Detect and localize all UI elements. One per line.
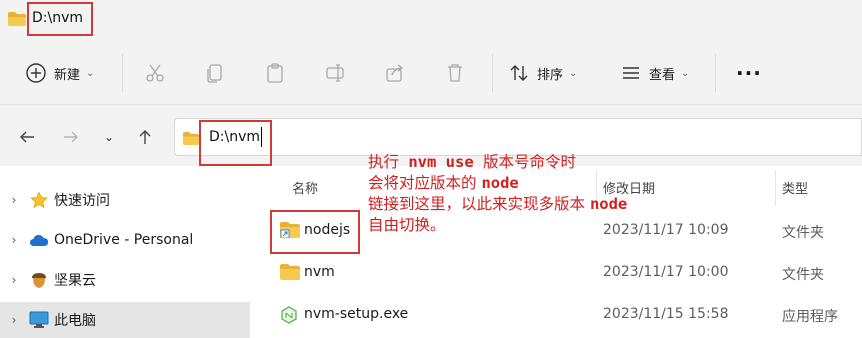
sidebar-item-label: OneDrive - Personal [54, 232, 194, 248]
file-type: 文件夹 [782, 267, 824, 283]
more-options-label: ··· [736, 61, 762, 85]
annotation-code: nvm use [399, 153, 484, 171]
delete-button[interactable] [443, 46, 467, 100]
window-title: D:\nvm [32, 10, 84, 26]
star-icon [28, 190, 50, 210]
file-type: 文件夹 [782, 225, 824, 241]
file-name: nvm [304, 264, 335, 280]
annotation-text: 版本号命令时 [483, 153, 577, 171]
chevron-down-icon: ⌄ [569, 67, 578, 79]
folder-shortcut-icon [280, 222, 300, 238]
annotation-text: 链接到这里，以此来实现多版本 [368, 195, 590, 213]
annotation-code: node [589, 195, 628, 213]
sort-button[interactable]: 排序 ⌄ [507, 46, 577, 100]
arrow-right-icon [64, 131, 78, 143]
file-name: nvm-setup.exe [304, 306, 409, 322]
chevron-down-icon: ⌄ [103, 130, 115, 144]
toolbar-separator [492, 54, 493, 92]
view-button-label: 查看 [649, 67, 676, 83]
sidebar-item-label: 坚果云 [54, 273, 96, 289]
up-button[interactable] [132, 124, 158, 150]
annotation-line-1: 执行 nvm use 版本号命令时 [368, 152, 708, 173]
sidebar-item-label: 此电脑 [54, 313, 96, 329]
sidebar-item-onedrive[interactable]: › OneDrive - Personal [0, 222, 250, 258]
new-button[interactable]: 新建 ⌄ [24, 46, 94, 100]
back-button[interactable] [14, 124, 40, 150]
sidebar-item-quick-access[interactable]: › 快速访问 [0, 182, 250, 218]
sidebar-item-jianguoyun[interactable]: › 坚果云 [0, 262, 250, 298]
trash-icon [443, 61, 467, 85]
navigation-pane: › 快速访问 › OneDrive - Personal › 坚果云 › 此电脑 [0, 166, 254, 338]
annotation-line-4: 自由切换。 [368, 216, 446, 234]
nut-icon [28, 270, 50, 290]
sort-button-label: 排序 [537, 67, 564, 83]
folder-icon [280, 264, 300, 280]
annotation-code: node [481, 174, 519, 192]
share-button[interactable] [383, 46, 407, 100]
folder-icon [183, 132, 199, 145]
address-bar[interactable]: D:\nvm [174, 118, 862, 166]
annotation-line-3: 链接到这里，以此来实现多版本 node [368, 194, 708, 215]
annotation-text: 执行 [368, 153, 400, 171]
column-header-type[interactable]: 类型 [782, 178, 808, 197]
rename-icon [323, 61, 347, 85]
file-modified: 2023/11/15 15:58 [603, 306, 729, 322]
sidebar-item-label: 快速访问 [54, 193, 110, 209]
view-list-icon [619, 61, 643, 85]
command-bar: 新建 ⌄ 排序 ⌄ 查看 ⌄ ··· [0, 46, 862, 100]
toolbar-separator [715, 54, 716, 92]
share-icon [383, 61, 407, 85]
cut-button[interactable] [143, 46, 167, 100]
chevron-right-icon[interactable]: › [0, 313, 28, 327]
plus-circle-icon [24, 61, 48, 85]
file-name: nodejs [304, 222, 351, 238]
more-options-button[interactable]: ··· [736, 46, 762, 100]
chevron-down-icon: ⌄ [681, 67, 690, 79]
annotation-text: 会将对应版本的 [368, 174, 482, 192]
recent-locations-button[interactable]: ⌄ [96, 124, 122, 150]
arrow-left-icon [20, 131, 34, 143]
sort-arrows-icon [507, 61, 531, 85]
clipboard-icon [263, 61, 287, 85]
file-modified: 2023/11/17 10:00 [603, 264, 729, 280]
computer-icon [28, 310, 50, 330]
column-header-name[interactable]: 名称 [292, 178, 318, 197]
arrow-up-icon [139, 130, 151, 144]
text-caret [261, 127, 262, 147]
file-type: 应用程序 [782, 309, 838, 325]
view-button[interactable]: 查看 ⌄ [619, 46, 689, 100]
cloud-icon [28, 230, 50, 250]
forward-button[interactable] [58, 124, 84, 150]
annotation-note: 执行 nvm use 版本号命令时 会将对应版本的 node 链接到这里，以此来… [368, 152, 708, 236]
sidebar-item-this-pc[interactable]: › 此电脑 [0, 302, 250, 338]
rename-button[interactable] [323, 46, 347, 100]
new-button-label: 新建 [54, 67, 81, 83]
chevron-right-icon[interactable]: › [0, 273, 28, 287]
column-separator[interactable] [775, 170, 776, 206]
scissors-icon [143, 61, 167, 85]
address-text: D:\nvm [209, 129, 261, 145]
copy-button[interactable] [203, 46, 227, 100]
table-row[interactable]: nvm-setup.exe 2023/11/15 15:58 应用程序 [254, 296, 862, 336]
toolbar-divider [0, 104, 862, 105]
copy-icon [203, 61, 227, 85]
table-row[interactable]: nvm 2023/11/17 10:00 文件夹 [254, 254, 862, 294]
chevron-right-icon[interactable]: › [0, 193, 28, 207]
annotation-line-2: 会将对应版本的 node [368, 173, 708, 194]
folder-icon [8, 12, 26, 26]
paste-button[interactable] [263, 46, 287, 100]
toolbar-separator [122, 54, 123, 92]
title-bar: D:\nvm [0, 0, 862, 42]
nvm-exe-icon [281, 306, 297, 324]
chevron-down-icon: ⌄ [86, 67, 95, 79]
chevron-right-icon[interactable]: › [0, 233, 28, 247]
